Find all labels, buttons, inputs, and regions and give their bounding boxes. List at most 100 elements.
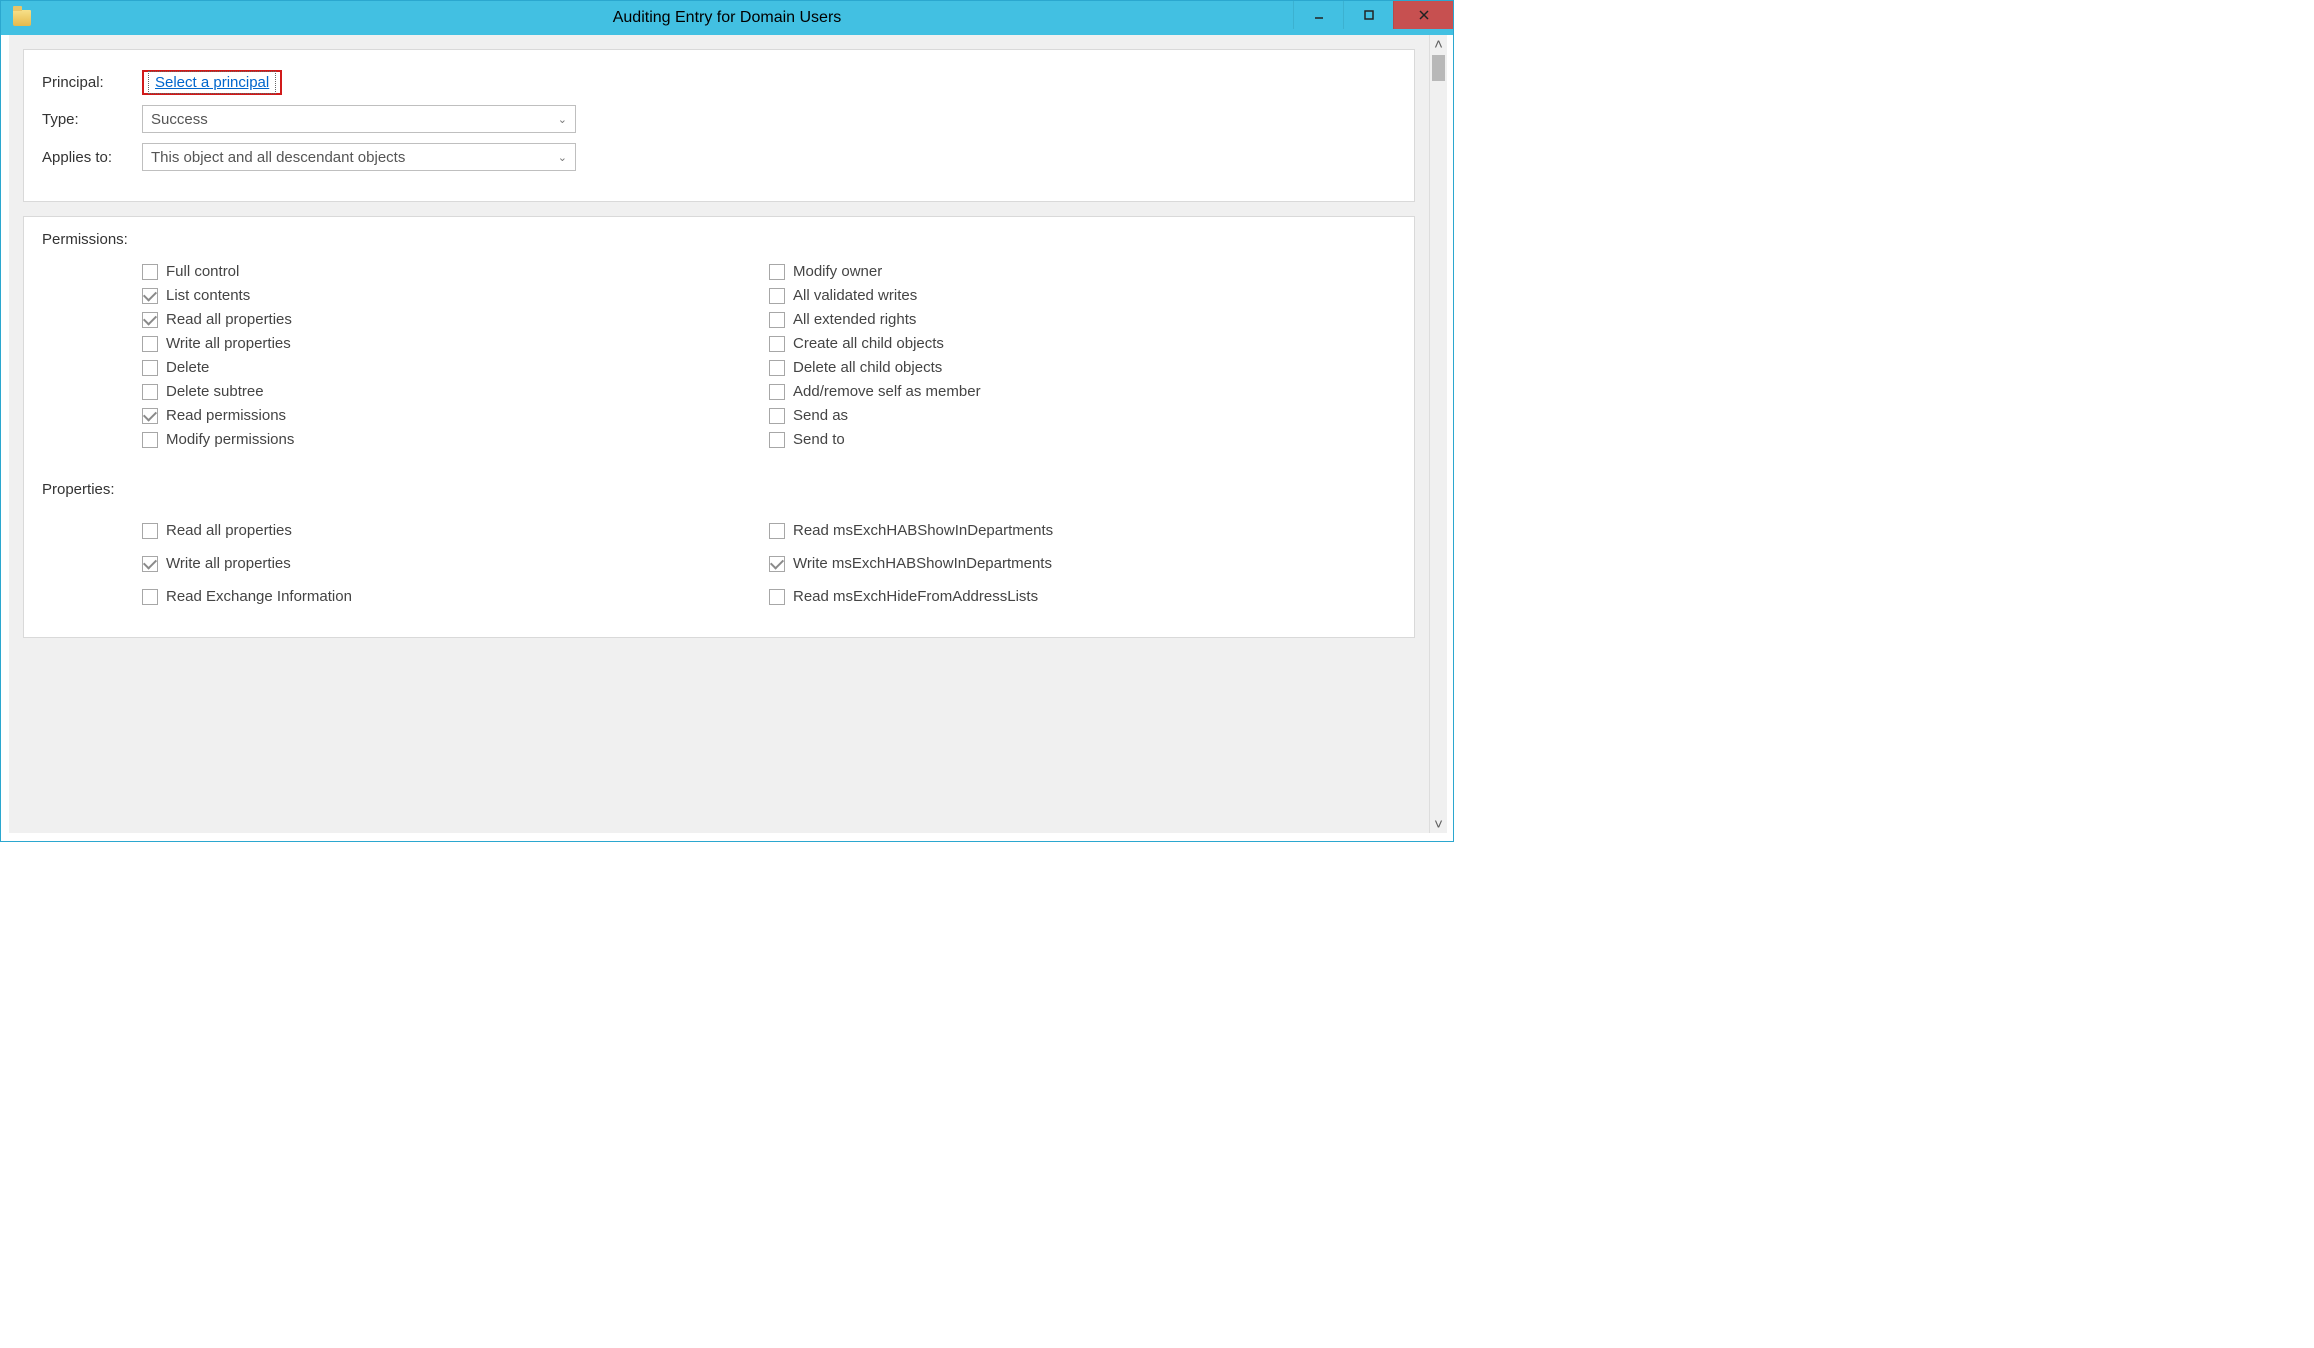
- permission-item: Write all properties: [142, 335, 769, 352]
- permissions-panel: Permissions: Full control List contents Re…: [23, 216, 1415, 638]
- property-item: Write all properties: [142, 555, 769, 572]
- checkbox[interactable]: [769, 336, 785, 352]
- checkbox-label: Read msExchHideFromAddressLists: [793, 588, 1038, 605]
- checkbox-label: Full control: [166, 263, 239, 280]
- scroll-up-arrow[interactable]: ˄: [1430, 35, 1447, 53]
- properties-columns: Read all properties Write all properties R…: [42, 506, 1396, 621]
- permission-item: Read permissions: [142, 407, 769, 424]
- applies-row: Applies to: This object and all descenda…: [42, 143, 1396, 171]
- permission-item: Modify permissions: [142, 431, 769, 448]
- chevron-down-icon: ⌄: [558, 113, 567, 126]
- checkbox[interactable]: [142, 312, 158, 328]
- checkbox[interactable]: [142, 523, 158, 539]
- vertical-scrollbar[interactable]: ˄ ˅: [1429, 35, 1447, 833]
- close-button[interactable]: [1393, 1, 1453, 29]
- permissions-columns: Full control List contents Read all proper…: [42, 256, 1396, 455]
- type-value: Success: [151, 111, 208, 128]
- checkbox-label: Modify permissions: [166, 431, 294, 448]
- permission-item: Delete subtree: [142, 383, 769, 400]
- select-principal-link[interactable]: Select a principal: [148, 71, 276, 94]
- checkbox[interactable]: [769, 384, 785, 400]
- permissions-right-column: Modify owner All validated writes All exte…: [769, 256, 1396, 455]
- checkbox[interactable]: [142, 432, 158, 448]
- checkbox[interactable]: [769, 556, 785, 572]
- checkbox-label: Write all properties: [166, 335, 291, 352]
- checkbox[interactable]: [142, 384, 158, 400]
- checkbox[interactable]: [769, 264, 785, 280]
- maximize-icon: [1363, 9, 1375, 21]
- permissions-title: Permissions:: [42, 231, 1396, 248]
- checkbox-label: All extended rights: [793, 311, 916, 328]
- applies-value: This object and all descendant objects: [151, 149, 405, 166]
- permission-item: Create all child objects: [769, 335, 1396, 352]
- property-item: Read all properties: [142, 522, 769, 539]
- checkbox[interactable]: [769, 589, 785, 605]
- checkbox[interactable]: [769, 360, 785, 376]
- checkbox[interactable]: [769, 288, 785, 304]
- property-item: Read msExchHideFromAddressLists: [769, 588, 1396, 605]
- property-item: Write msExchHABShowInDepartments: [769, 555, 1396, 572]
- checkbox-label: Read Exchange Information: [166, 588, 352, 605]
- scroll-thumb[interactable]: [1432, 55, 1445, 81]
- checkbox[interactable]: [769, 408, 785, 424]
- maximize-button[interactable]: [1343, 1, 1393, 29]
- minimize-button[interactable]: [1293, 1, 1343, 29]
- permission-item: All extended rights: [769, 311, 1396, 328]
- checkbox[interactable]: [142, 336, 158, 352]
- applies-to-combobox[interactable]: This object and all descendant objects ⌄: [142, 143, 576, 171]
- properties-right-column: Read msExchHABShowInDepartments Write msE…: [769, 506, 1396, 621]
- properties-title: Properties:: [42, 481, 1396, 498]
- checkbox-label: Read all properties: [166, 311, 292, 328]
- permission-item: Full control: [142, 263, 769, 280]
- permission-item: Send to: [769, 431, 1396, 448]
- folder-icon: [13, 10, 31, 26]
- checkbox-label: Write all properties: [166, 555, 291, 572]
- property-item: Read msExchHABShowInDepartments: [769, 522, 1396, 539]
- permission-item: Delete: [142, 359, 769, 376]
- permission-item: All validated writes: [769, 287, 1396, 304]
- principal-label: Principal:: [42, 74, 142, 91]
- type-label: Type:: [42, 111, 142, 128]
- checkbox-label: Send to: [793, 431, 845, 448]
- checkbox[interactable]: [142, 264, 158, 280]
- permissions-left-column: Full control List contents Read all proper…: [42, 256, 769, 455]
- checkbox-label: Read msExchHABShowInDepartments: [793, 522, 1053, 539]
- checkbox[interactable]: [142, 360, 158, 376]
- checkbox[interactable]: [769, 312, 785, 328]
- permission-item: Read all properties: [142, 311, 769, 328]
- checkbox[interactable]: [142, 408, 158, 424]
- type-row: Type: Success ⌄: [42, 105, 1396, 133]
- checkbox-label: Write msExchHABShowInDepartments: [793, 555, 1052, 572]
- checkbox-label: Create all child objects: [793, 335, 944, 352]
- checkbox-label: List contents: [166, 287, 250, 304]
- content-area: Principal: Select a principal Type: Succ…: [9, 35, 1429, 833]
- permission-item: Add/remove self as member: [769, 383, 1396, 400]
- checkbox[interactable]: [142, 288, 158, 304]
- checkbox-label: Delete all child objects: [793, 359, 942, 376]
- window-controls: [1293, 1, 1453, 29]
- permission-item: Send as: [769, 407, 1396, 424]
- principal-row: Principal: Select a principal: [42, 70, 1396, 95]
- checkbox[interactable]: [769, 523, 785, 539]
- checkbox-label: Delete: [166, 359, 209, 376]
- permission-item: Delete all child objects: [769, 359, 1396, 376]
- checkbox-label: Delete subtree: [166, 383, 264, 400]
- window-title: Auditing Entry for Domain Users: [1, 9, 1453, 27]
- properties-left-column: Read all properties Write all properties R…: [42, 506, 769, 621]
- permission-item: Modify owner: [769, 263, 1396, 280]
- scroll-down-arrow[interactable]: ˅: [1430, 815, 1447, 833]
- close-icon: [1418, 9, 1430, 21]
- titlebar: Auditing Entry for Domain Users: [1, 1, 1453, 35]
- checkbox[interactable]: [769, 432, 785, 448]
- permission-item: List contents: [142, 287, 769, 304]
- checkbox-label: Read all properties: [166, 522, 292, 539]
- checkbox-label: Add/remove self as member: [793, 383, 981, 400]
- checkbox-label: Modify owner: [793, 263, 882, 280]
- chevron-down-icon: ⌄: [558, 151, 567, 164]
- checkbox[interactable]: [142, 589, 158, 605]
- property-item: Read Exchange Information: [142, 588, 769, 605]
- type-combobox[interactable]: Success ⌄: [142, 105, 576, 133]
- checkbox-label: All validated writes: [793, 287, 917, 304]
- checkbox-label: Send as: [793, 407, 848, 424]
- checkbox[interactable]: [142, 556, 158, 572]
